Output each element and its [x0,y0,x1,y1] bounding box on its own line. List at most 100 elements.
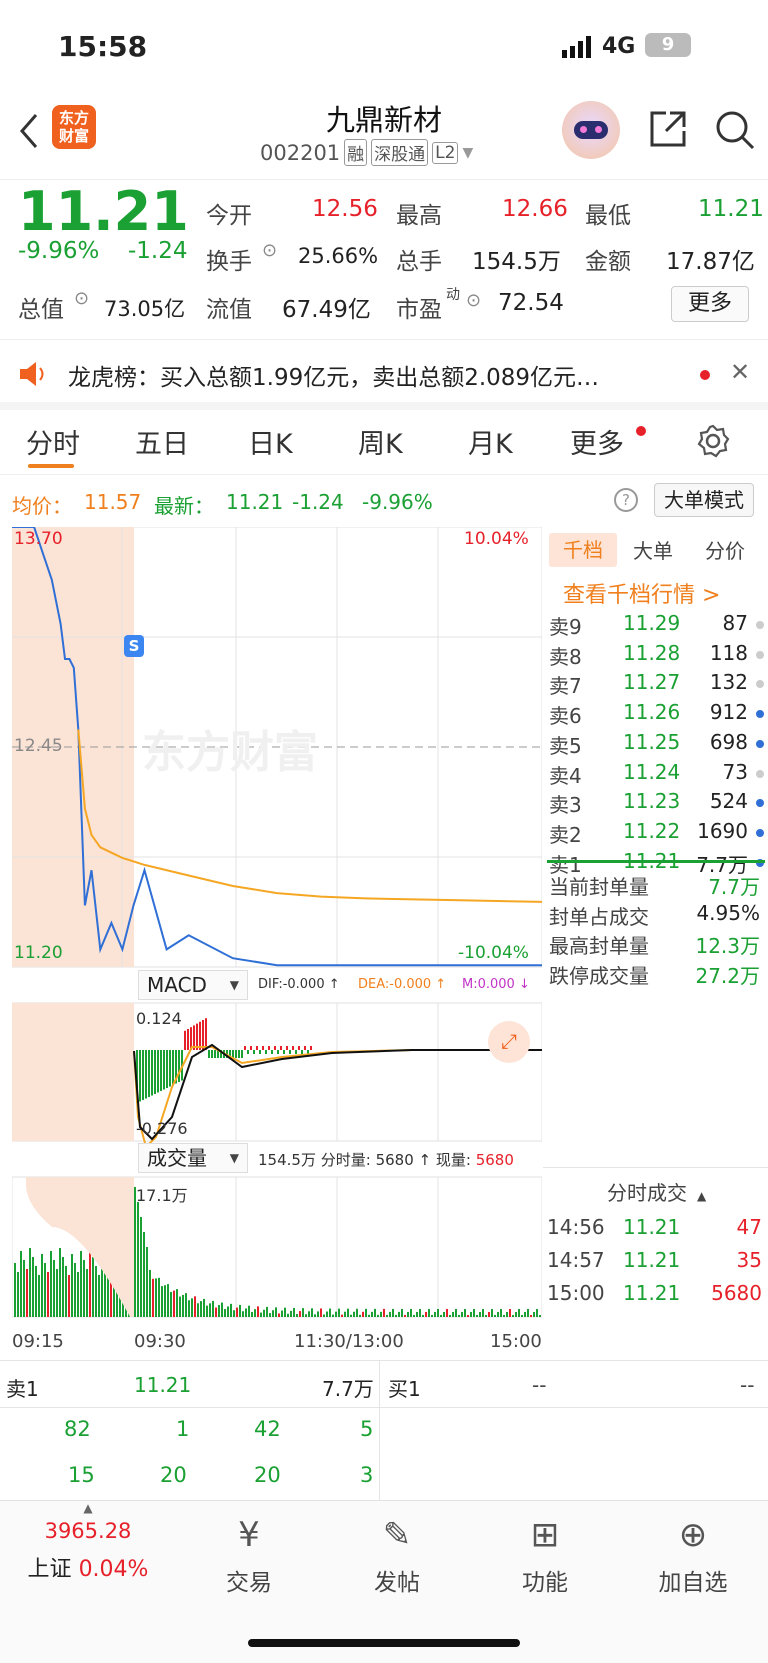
macd-bar [298,1046,300,1050]
macd-bottom: -0.276 [136,1119,188,1138]
volume-bar [365,1308,367,1317]
nav-post[interactable]: ✎ 发帖 [322,1511,472,1597]
volume-summary: 154.5万 分时量: 5680 ↑ 现量: 5680 [258,1151,514,1169]
info-dots-icon[interactable]: ⊙ [466,290,481,311]
volume-bar [137,1202,139,1317]
macd-bar [259,1050,261,1054]
x-tick-noon: 11:30/13:00 [294,1331,404,1352]
tick-price: 11.21 [623,1215,681,1239]
tab-daily-k[interactable]: 日K [248,422,293,461]
ticks-title[interactable]: 分时成交 ▲ [607,1177,706,1206]
volume-bar [236,1307,238,1317]
status-bar: 15:58 4G 9 [0,0,768,95]
ask-row[interactable]: 卖2 11.22 1690 [543,819,768,849]
search-icon[interactable] [714,109,756,155]
ask-dot [756,739,764,748]
ask-row[interactable]: 卖8 11.28 118 [543,641,768,671]
more-button[interactable]: 更多 [671,286,749,322]
ask-dot [756,710,764,719]
tab-monthly-k[interactable]: 月K [468,422,513,461]
low-value: 11.21 [698,196,764,222]
big-order-mode-button[interactable]: 大单模式 [654,483,754,517]
volume-bar [41,1254,43,1317]
volume-bar [44,1263,46,1317]
ask-row[interactable]: 卖4 11.24 73 [543,760,768,790]
intraday-chart[interactable]: 东方财富 13.70 12.45 11.20 10.04% -10.04% S … [12,527,542,1360]
tab-weekly-k[interactable]: 周K [358,422,403,461]
dragon-tiger-banner[interactable]: 龙虎榜：买入总额1.99亿元，卖出总额2.089亿元… ✕ [0,340,768,410]
volume-bar [227,1306,229,1317]
volume-select[interactable]: 成交量 ▼ [138,1143,248,1173]
avg-label: 均价： [12,494,72,518]
volume-bar [260,1312,262,1317]
volume-bar [221,1302,223,1317]
macd-bar [265,1050,267,1054]
seal-stat-row: 当前封单量 7.7万 [549,871,764,900]
volume-bar [314,1314,316,1317]
ask-row[interactable]: 卖9 11.29 87 [543,611,768,641]
share-icon[interactable] [648,109,688,153]
open-label: 今开 [206,203,252,229]
tab-five-day[interactable]: 五日 [135,422,189,461]
book-tab-big[interactable]: 大单 [633,535,673,564]
volume-bar [230,1303,232,1317]
queue-cell: 1 [176,1417,190,1441]
macd-bar [304,1046,306,1050]
tab-more[interactable]: 更多 [570,422,624,461]
ask-row[interactable]: 卖7 11.27 132 [543,670,768,700]
macd-bar [184,1030,186,1050]
pct-axis-bottom: -10.04% [458,943,529,963]
sell-marker[interactable]: S [124,635,144,657]
tab-intraday[interactable]: 分时 [26,422,80,461]
volume-bar [302,1308,304,1317]
volume-bar [356,1308,358,1317]
book-tab-price[interactable]: 分价 [705,535,745,564]
expand-icon[interactable]: ⤢ [488,1021,530,1063]
nav-bar: 东方 财富 九鼎新材 002201 融 深股通 L2 ▼ [0,95,768,180]
volume-bar [332,1314,334,1317]
volume-bar [35,1266,37,1317]
stock-code-row[interactable]: 002201 融 深股通 L2 ▼ [260,139,473,166]
close-icon[interactable]: ✕ [730,358,750,386]
volume-bar [344,1311,346,1317]
volume-bar [452,1311,454,1317]
volume-bar [320,1308,322,1317]
volume-bar [32,1257,34,1317]
volume-bar [74,1263,76,1317]
info-dots-icon[interactable]: ⊙ [74,288,89,309]
turnover-value: 25.66% [298,244,379,268]
volume-bar [422,1314,424,1317]
ask-dot [756,799,764,808]
nav-functions[interactable]: ⊞ 功能 [470,1511,620,1597]
buy1-label: 买1 [388,1377,421,1401]
stat-value: 27.2万 [695,963,760,988]
volume-bar [140,1217,142,1317]
nav-trade[interactable]: ¥ 交易 [174,1511,324,1597]
volume-bar [20,1251,22,1317]
macd-bar [289,1050,291,1054]
macd-bar [238,1050,240,1058]
volume-bar [479,1311,481,1317]
nav-add-watch[interactable]: ⊕ 加自选 [618,1511,768,1597]
volume-bar [524,1311,526,1317]
view-depth-link[interactable]: 查看千档行情 > [563,577,720,609]
volume-bar [167,1284,169,1317]
open-value: 12.56 [312,196,378,222]
volume-bar [245,1308,247,1317]
volume-bar [263,1309,265,1317]
grid-icon: ⊞ [530,1515,560,1555]
indicator-select[interactable]: MACD ▼ [138,970,248,1000]
volume-bar [308,1311,310,1317]
help-icon[interactable]: ? [614,488,638,512]
index-widget[interactable]: ▲ 3965.28 上证 0.04% [8,1501,168,1583]
book-tab-depth[interactable]: 千档 [549,533,617,567]
robot-avatar-icon[interactable] [562,101,620,159]
macd-bar [160,1050,162,1091]
ask-row[interactable]: 卖3 11.23 524 [543,789,768,819]
volume-bar [56,1269,58,1317]
macd-bar [256,1046,258,1050]
info-dots-icon[interactable]: ⊙ [262,240,277,261]
ask-row[interactable]: 卖5 11.25 698 [543,730,768,760]
settings-icon[interactable] [696,424,730,462]
ask-row[interactable]: 卖6 11.26 912 [543,700,768,730]
